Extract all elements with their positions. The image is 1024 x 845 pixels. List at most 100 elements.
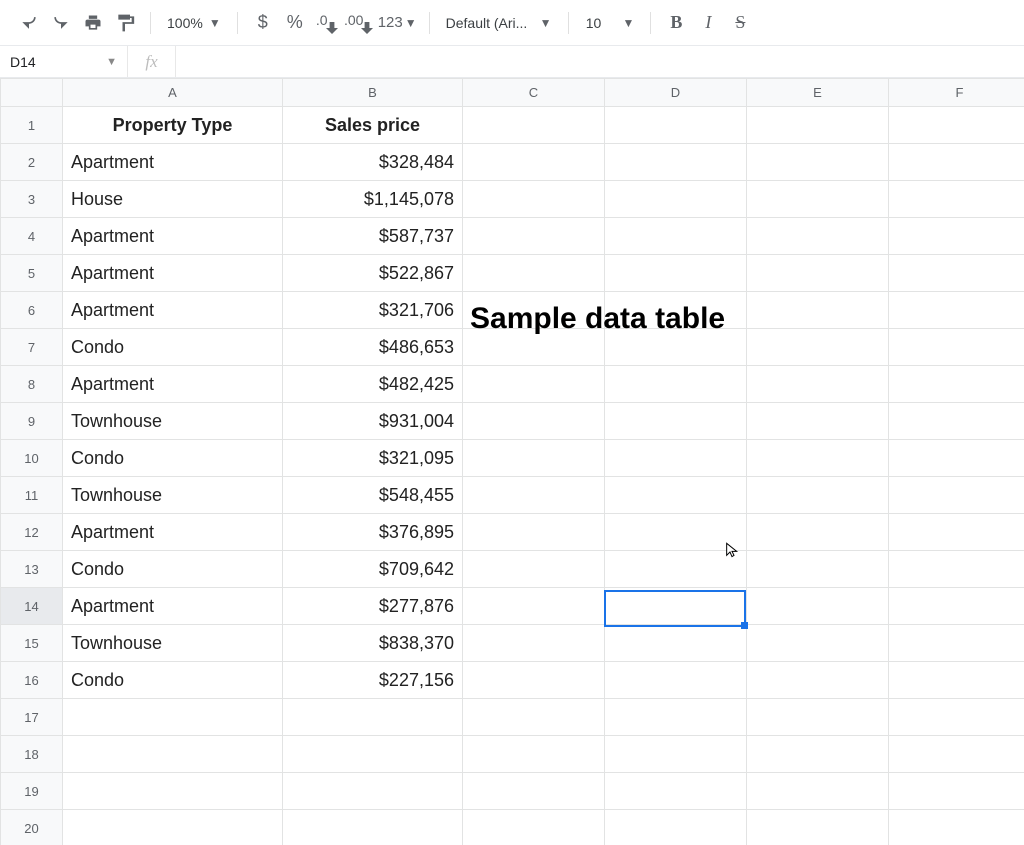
- cell-A10[interactable]: Condo: [63, 440, 283, 477]
- cell-A3[interactable]: House: [63, 181, 283, 218]
- cell-D14[interactable]: [605, 588, 747, 625]
- cell-B6[interactable]: $321,706: [283, 292, 463, 329]
- cell-D19[interactable]: [605, 773, 747, 810]
- cell-B3[interactable]: $1,145,078: [283, 181, 463, 218]
- cell-F20[interactable]: [889, 810, 1024, 845]
- row-header-15[interactable]: 15: [1, 625, 63, 662]
- cell-A11[interactable]: Townhouse: [63, 477, 283, 514]
- formula-input[interactable]: [176, 46, 1024, 77]
- cell-D15[interactable]: [605, 625, 747, 662]
- name-box[interactable]: D14 ▼: [0, 46, 128, 77]
- cell-F11[interactable]: [889, 477, 1024, 514]
- row-header-20[interactable]: 20: [1, 810, 63, 845]
- cell-A12[interactable]: Apartment: [63, 514, 283, 551]
- cell-F17[interactable]: [889, 699, 1024, 736]
- row-header-11[interactable]: 11: [1, 477, 63, 514]
- cell-B14[interactable]: $277,876: [283, 588, 463, 625]
- cell-A13[interactable]: Condo: [63, 551, 283, 588]
- row-header-8[interactable]: 8: [1, 366, 63, 403]
- cell-A1[interactable]: Property Type: [63, 107, 283, 144]
- cell-D13[interactable]: [605, 551, 747, 588]
- cell-D10[interactable]: [605, 440, 747, 477]
- column-header-F[interactable]: F: [889, 79, 1024, 107]
- cell-F14[interactable]: [889, 588, 1024, 625]
- row-header-16[interactable]: 16: [1, 662, 63, 699]
- print-button[interactable]: [78, 8, 108, 38]
- cell-C19[interactable]: [463, 773, 605, 810]
- currency-format-button[interactable]: $: [248, 8, 278, 38]
- column-header-E[interactable]: E: [747, 79, 889, 107]
- cell-E16[interactable]: [747, 662, 889, 699]
- cell-D20[interactable]: [605, 810, 747, 845]
- cell-F8[interactable]: [889, 366, 1024, 403]
- cell-F18[interactable]: [889, 736, 1024, 773]
- cell-E17[interactable]: [747, 699, 889, 736]
- undo-button[interactable]: [14, 8, 44, 38]
- cell-E9[interactable]: [747, 403, 889, 440]
- cell-C9[interactable]: [463, 403, 605, 440]
- cell-B7[interactable]: $486,653: [283, 329, 463, 366]
- cell-F15[interactable]: [889, 625, 1024, 662]
- cell-B15[interactable]: $838,370: [283, 625, 463, 662]
- cell-D8[interactable]: [605, 366, 747, 403]
- cell-E6[interactable]: [747, 292, 889, 329]
- cell-C8[interactable]: [463, 366, 605, 403]
- cell-F13[interactable]: [889, 551, 1024, 588]
- cell-E7[interactable]: [747, 329, 889, 366]
- cell-D11[interactable]: [605, 477, 747, 514]
- cell-F9[interactable]: [889, 403, 1024, 440]
- cell-E14[interactable]: [747, 588, 889, 625]
- cell-B12[interactable]: $376,895: [283, 514, 463, 551]
- cell-E13[interactable]: [747, 551, 889, 588]
- cell-F12[interactable]: [889, 514, 1024, 551]
- column-header-A[interactable]: A: [63, 79, 283, 107]
- cell-C2[interactable]: [463, 144, 605, 181]
- cell-F3[interactable]: [889, 181, 1024, 218]
- row-header-18[interactable]: 18: [1, 736, 63, 773]
- row-header-10[interactable]: 10: [1, 440, 63, 477]
- cell-F5[interactable]: [889, 255, 1024, 292]
- cell-B1[interactable]: Sales price: [283, 107, 463, 144]
- cell-A5[interactable]: Apartment: [63, 255, 283, 292]
- cell-A6[interactable]: Apartment: [63, 292, 283, 329]
- column-header-B[interactable]: B: [283, 79, 463, 107]
- cell-E5[interactable]: [747, 255, 889, 292]
- cell-C15[interactable]: [463, 625, 605, 662]
- cell-C4[interactable]: [463, 218, 605, 255]
- cell-C6[interactable]: [463, 292, 605, 329]
- cell-D4[interactable]: [605, 218, 747, 255]
- select-all-corner[interactable]: [1, 79, 63, 107]
- cell-C11[interactable]: [463, 477, 605, 514]
- cell-B2[interactable]: $328,484: [283, 144, 463, 181]
- cell-A20[interactable]: [63, 810, 283, 845]
- strikethrough-button[interactable]: S: [725, 8, 755, 38]
- row-header-7[interactable]: 7: [1, 329, 63, 366]
- cell-F6[interactable]: [889, 292, 1024, 329]
- row-header-4[interactable]: 4: [1, 218, 63, 255]
- cell-A18[interactable]: [63, 736, 283, 773]
- cell-D5[interactable]: [605, 255, 747, 292]
- row-header-13[interactable]: 13: [1, 551, 63, 588]
- cell-E15[interactable]: [747, 625, 889, 662]
- cell-B19[interactable]: [283, 773, 463, 810]
- cell-F1[interactable]: [889, 107, 1024, 144]
- row-header-12[interactable]: 12: [1, 514, 63, 551]
- cell-E20[interactable]: [747, 810, 889, 845]
- font-family-dropdown[interactable]: Default (Ari... ▼: [440, 8, 558, 38]
- cell-D6[interactable]: [605, 292, 747, 329]
- cell-D2[interactable]: [605, 144, 747, 181]
- cell-C16[interactable]: [463, 662, 605, 699]
- cell-E10[interactable]: [747, 440, 889, 477]
- cell-B11[interactable]: $548,455: [283, 477, 463, 514]
- row-header-14[interactable]: 14: [1, 588, 63, 625]
- cell-A14[interactable]: Apartment: [63, 588, 283, 625]
- cell-C1[interactable]: [463, 107, 605, 144]
- cell-E1[interactable]: [747, 107, 889, 144]
- cell-C3[interactable]: [463, 181, 605, 218]
- italic-button[interactable]: I: [693, 8, 723, 38]
- cell-B20[interactable]: [283, 810, 463, 845]
- row-header-19[interactable]: 19: [1, 773, 63, 810]
- cell-C13[interactable]: [463, 551, 605, 588]
- cell-C12[interactable]: [463, 514, 605, 551]
- row-header-2[interactable]: 2: [1, 144, 63, 181]
